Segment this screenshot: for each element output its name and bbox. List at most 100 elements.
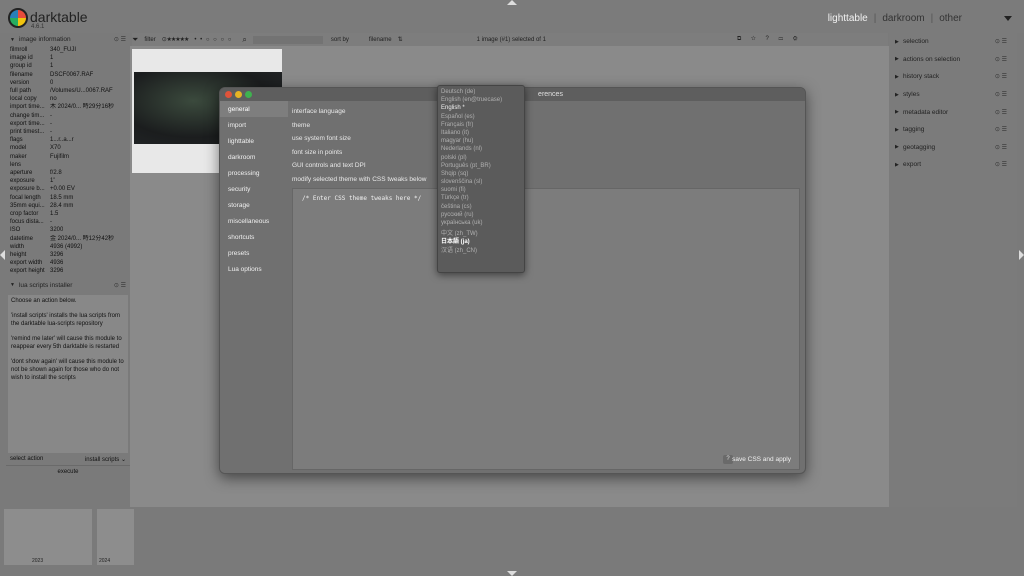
lua-text: 'remind me later' will cause this module… (11, 335, 122, 350)
info-value: 木 2024/0... 時29分16秒 (50, 104, 115, 111)
color-label-filter-icon[interactable]: • • ○ ○ ○ ○ (194, 37, 232, 43)
language-option[interactable]: русский (ru) (438, 212, 524, 220)
language-option[interactable]: suomi (fi) (438, 187, 524, 195)
collapse-bottom-icon[interactable] (507, 571, 517, 576)
views-menu-icon[interactable] (1004, 16, 1012, 21)
info-key: model (10, 145, 27, 152)
css-tweaks-editor[interactable]: /* Enter CSS theme tweaks here */ ? save… (292, 188, 800, 470)
module-reset-presets-icon[interactable]: ⊙ ☰ (995, 91, 1007, 98)
info-key: datetime (10, 235, 34, 242)
language-option[interactable]: Italiano (it) (438, 130, 524, 138)
info-row: height 3296 (6, 251, 130, 259)
right-module-geotagging[interactable]: ▶ geotagging ⊙ ☰ (889, 139, 1017, 157)
module-reset-presets-icon[interactable]: ⊙ ☰ (995, 38, 1007, 45)
language-option[interactable]: 中文 (zh_TW) (438, 228, 524, 237)
collapse-right-icon[interactable] (1019, 250, 1024, 260)
nav-security[interactable]: security (220, 181, 288, 197)
language-option[interactable]: Nederlands (nl) (438, 146, 524, 154)
module-title: lua scripts installer (18, 281, 73, 289)
module-title: export (903, 161, 922, 169)
language-option[interactable]: Shqip (sq) (438, 171, 524, 179)
right-module-selection[interactable]: ▶ selection ⊙ ☰ (889, 33, 1017, 51)
language-option[interactable]: slovenščina (sl) (438, 179, 524, 187)
nav-general[interactable]: general (220, 101, 288, 117)
collapse-left-icon[interactable] (0, 250, 5, 260)
app-version: 4.6.1 (31, 24, 45, 30)
right-module-styles[interactable]: ▶ styles ⊙ ☰ (889, 86, 1017, 104)
language-option[interactable]: English (en@truecase) (438, 97, 524, 105)
module-reset-presets-icon[interactable]: ⊙ ☰ (995, 161, 1007, 168)
right-module-tagging[interactable]: ▶ tagging ⊙ ☰ (889, 121, 1017, 139)
language-option[interactable]: Türkçe (tr) (438, 195, 524, 203)
info-row: import time... 木 2024/0... 時29分16秒 (6, 103, 130, 111)
view-other[interactable]: other (939, 13, 962, 24)
module-reset-presets-icon[interactable]: ⊙ ☰ (114, 36, 126, 43)
search-input[interactable] (252, 35, 323, 44)
module-reset-presets-icon[interactable]: ⊙ ☰ (995, 126, 1007, 133)
language-option[interactable]: English * (438, 105, 524, 113)
image-information-header[interactable]: ▼ image information ⊙ ☰ (6, 33, 130, 46)
select-action-value: install scripts (84, 456, 120, 463)
language-option[interactable]: polski (pl) (438, 155, 524, 163)
nav-darkroom[interactable]: darkroom (220, 149, 288, 165)
rating-filter-stars-icon[interactable]: ⊙ ★★★★★ (162, 36, 190, 43)
right-module-export[interactable]: ▶ export ⊙ ☰ (889, 156, 1017, 174)
filmstrip-thumb[interactable]: 2024 (97, 509, 134, 565)
info-row: model X70 (6, 144, 130, 152)
module-reset-presets-icon[interactable]: ⊙ ☰ (995, 73, 1007, 80)
info-value: 3296 (50, 268, 64, 275)
info-row: filmroll 340_FUJI (6, 46, 130, 54)
toolbar-right-icons[interactable]: ⧉ ☆ ? ▭ ⚙ (737, 36, 802, 43)
info-row: filename DSCF0067.RAF (6, 71, 130, 79)
module-reset-presets-icon[interactable]: ⊙ ☰ (995, 56, 1007, 63)
info-value: f/2.8 (50, 170, 62, 177)
lua-installer-header[interactable]: ▼ lua scripts installer ⊙ ☰ (6, 279, 130, 292)
language-option[interactable]: 日本語 (ja) (438, 236, 524, 245)
sort-select[interactable]: filename (369, 37, 392, 43)
language-option[interactable]: magyar (hu) (438, 138, 524, 146)
info-value: 3296 (50, 252, 64, 259)
nav-shortcuts[interactable]: shortcuts (220, 229, 288, 245)
execute-button[interactable]: execute (6, 464, 130, 478)
right-module-actions-on-selection[interactable]: ▶ actions on selection ⊙ ☰ (889, 51, 1017, 69)
language-dropdown[interactable]: Deutsch (de) English (en@truecase) English… (437, 85, 525, 273)
info-key: focal length (10, 194, 41, 201)
module-title: metadata editor (903, 108, 949, 116)
info-key: focus dista... (10, 219, 44, 226)
nav-storage[interactable]: storage (220, 197, 288, 213)
language-option[interactable]: Español (es) (438, 114, 524, 122)
language-option[interactable]: 汉语 (zh_CN) (438, 245, 524, 254)
collapse-top-icon[interactable] (507, 0, 517, 5)
view-lighttable[interactable]: lighttable (828, 13, 868, 24)
search-icon[interactable]: ⌕ (242, 35, 246, 45)
nav-lua-options[interactable]: Lua options (220, 261, 288, 277)
lua-text: Choose an action below. (11, 297, 77, 304)
nav-presets[interactable]: presets (220, 245, 288, 261)
nav-import[interactable]: import (220, 117, 288, 133)
nav-miscellaneous[interactable]: miscellaneous (220, 213, 288, 229)
nav-lighttable[interactable]: lighttable (220, 133, 288, 149)
filter-icon[interactable]: ⏷ (132, 35, 138, 45)
language-option[interactable]: Português (pt_BR) (438, 163, 524, 171)
right-module-metadata-editor[interactable]: ▶ metadata editor ⊙ ☰ (889, 103, 1017, 121)
info-key: local copy (10, 96, 37, 103)
right-module-history-stack[interactable]: ▶ history stack ⊙ ☰ (889, 68, 1017, 86)
module-reset-presets-icon[interactable]: ⊙ ☰ (995, 144, 1007, 151)
info-row: ISO 3200 (6, 226, 130, 234)
language-option[interactable]: українська (uk) (438, 220, 524, 228)
info-key: flags (10, 137, 23, 144)
module-reset-presets-icon[interactable]: ⊙ ☰ (114, 282, 126, 289)
language-option[interactable]: Deutsch (de) (438, 89, 524, 97)
sort-order-icon[interactable]: ⇅ (398, 36, 403, 43)
language-option[interactable]: Français (fr) (438, 122, 524, 130)
select-action-row[interactable]: select action install scripts ⌄ (6, 453, 130, 463)
info-row: aperture f/2.8 (6, 169, 130, 177)
view-darkroom[interactable]: darkroom (882, 13, 924, 24)
nav-processing[interactable]: processing (220, 165, 288, 181)
module-reset-presets-icon[interactable]: ⊙ ☰ (995, 109, 1007, 116)
select-action-dropdown[interactable]: install scripts ⌄ (85, 456, 126, 463)
info-value: 28.4 mm (50, 202, 74, 209)
filmstrip-thumb[interactable]: 2023 (4, 509, 92, 565)
language-option[interactable]: čeština (cs) (438, 204, 524, 212)
save-css-button[interactable]: save CSS and apply (732, 456, 791, 463)
